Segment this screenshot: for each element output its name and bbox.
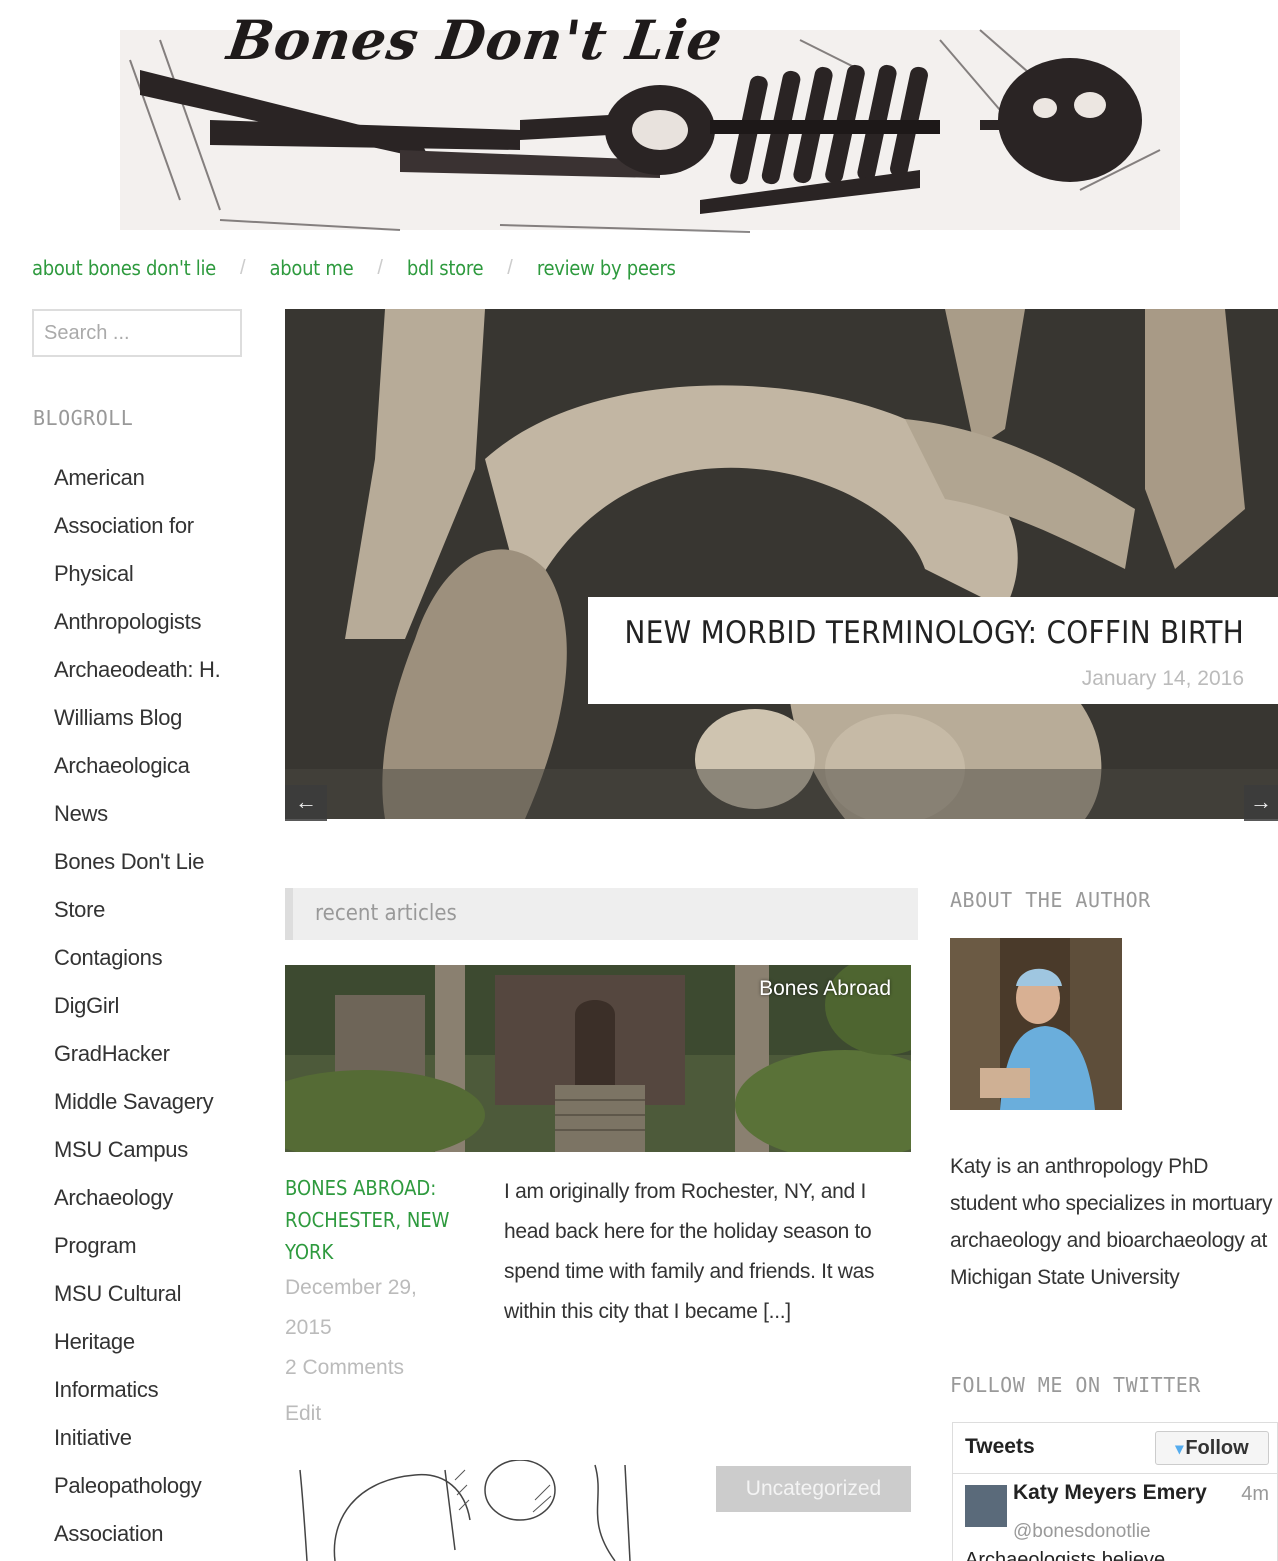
- post-thumbnail[interactable]: Bones Abroad: [285, 965, 911, 1152]
- blogroll-link[interactable]: Heritage: [54, 1318, 264, 1366]
- slide-caption[interactable]: NEW MORBID TERMINOLOGY: COFFIN BIRTH Jan…: [588, 597, 1278, 704]
- twitter-follow-button[interactable]: ▾ Follow: [1155, 1431, 1269, 1465]
- tweet-author-avatar[interactable]: [965, 1485, 1007, 1527]
- nav-about-bones-dont-lie[interactable]: about bones don't lie: [32, 256, 216, 280]
- blogroll-link[interactable]: Contagions: [54, 934, 264, 982]
- twitter-timeline-widget[interactable]: Tweets ▾ Follow Katy Meyers Emery 4m @bon…: [952, 1422, 1278, 1561]
- slide-date: January 14, 2016: [1081, 667, 1244, 690]
- nav-review-by-peers[interactable]: review by peers: [537, 256, 676, 280]
- tweets-label: Tweets: [965, 1435, 1035, 1458]
- tweet-author-handle[interactable]: @bonesdonotlie: [1013, 1521, 1151, 1543]
- post-date-year: 2015: [285, 1316, 332, 1339]
- post-category-tag[interactable]: Bones Abroad: [759, 977, 891, 1001]
- blogroll-link[interactable]: Williams Blog: [54, 694, 264, 742]
- nav-separator: /: [377, 256, 383, 279]
- blogroll-link[interactable]: Initiative: [54, 1414, 264, 1462]
- blogroll-link[interactable]: Anthropologists: [54, 598, 264, 646]
- blogroll-link[interactable]: MSU Campus: [54, 1126, 264, 1174]
- blogroll-link[interactable]: MSU Cultural: [54, 1270, 264, 1318]
- blogroll-link[interactable]: GradHacker: [54, 1030, 264, 1078]
- tweet-text: Archaeologists believe: [965, 1549, 1166, 1561]
- twitter-heading: FOLLOW ME ON TWITTER: [950, 1373, 1201, 1397]
- bone-sketch-thumbnail[interactable]: [295, 1460, 675, 1561]
- blogroll-link[interactable]: Physical: [54, 550, 264, 598]
- author-bio: Katy is an anthropology PhD student who …: [950, 1155, 1273, 1289]
- blogroll-link[interactable]: Archaeology: [54, 1174, 264, 1222]
- nav-about-me[interactable]: about me: [270, 256, 354, 280]
- top-navigation: about bones don't lie / about me / bdl s…: [32, 253, 676, 283]
- blogroll-heading: BLOGROLL: [33, 406, 134, 430]
- site-title[interactable]: Bones Don't Lie: [224, 8, 728, 72]
- search-input[interactable]: Search ...: [32, 309, 242, 357]
- nav-separator: /: [507, 256, 513, 279]
- post-comments-link[interactable]: 2 Comments: [285, 1356, 404, 1380]
- blogroll-link[interactable]: Archaeodeath: H.: [54, 646, 264, 694]
- nav-bdl-store[interactable]: bdl store: [407, 256, 484, 280]
- twitter-bird-icon: ▾: [1175, 1441, 1184, 1458]
- blogroll-link[interactable]: Store: [54, 886, 264, 934]
- blogroll-link[interactable]: Program: [54, 1222, 264, 1270]
- blogroll-list: American Association for Physical Anthro…: [54, 454, 264, 1558]
- about-author-heading: ABOUT THE AUTHOR: [950, 888, 1151, 912]
- blogroll-link[interactable]: Middle Savagery: [54, 1078, 264, 1126]
- post-excerpt: I am originally from Rochester, NY, and …: [504, 1180, 875, 1323]
- follow-label: Follow: [1185, 1437, 1249, 1459]
- twitter-divider: [953, 1473, 1277, 1474]
- blogroll-link[interactable]: News: [54, 790, 264, 838]
- site-banner[interactable]: Bones Don't Lie: [100, 0, 1190, 240]
- uncategorized-category-button[interactable]: Uncategorized: [716, 1466, 911, 1512]
- post-edit-link[interactable]: Edit: [285, 1402, 321, 1426]
- recent-articles-heading: recent articles: [285, 888, 918, 940]
- blogroll-link[interactable]: Paleopathology: [54, 1462, 264, 1510]
- author-portrait: [950, 938, 1122, 1110]
- slide-title[interactable]: NEW MORBID TERMINOLOGY: COFFIN BIRTH: [625, 615, 1244, 651]
- post-title[interactable]: BONES ABROAD: ROCHESTER, NEW YORK: [285, 1172, 465, 1268]
- blogroll-link[interactable]: Informatics: [54, 1366, 264, 1414]
- author-photo: [950, 938, 1122, 1110]
- post-date: December 29,: [285, 1276, 417, 1299]
- tweet-author-name[interactable]: Katy Meyers Emery: [1013, 1481, 1207, 1505]
- nav-separator: /: [239, 256, 246, 279]
- blogroll-link[interactable]: Bones Don't Lie: [54, 838, 264, 886]
- blogroll-link[interactable]: Archaeologica: [54, 742, 264, 790]
- blogroll-link[interactable]: American: [54, 454, 264, 502]
- slider-prev-arrow-icon[interactable]: ←: [285, 785, 327, 821]
- blogroll-link[interactable]: Association: [54, 1510, 264, 1558]
- blogroll-link[interactable]: Association for: [54, 502, 264, 550]
- skeleton-photo: [285, 309, 1278, 819]
- featured-slider-image[interactable]: [285, 309, 1278, 819]
- blogroll-link[interactable]: DigGirl: [54, 982, 264, 1030]
- tweet-time[interactable]: 4m: [1241, 1483, 1269, 1506]
- slider-next-arrow-icon[interactable]: →: [1244, 785, 1278, 821]
